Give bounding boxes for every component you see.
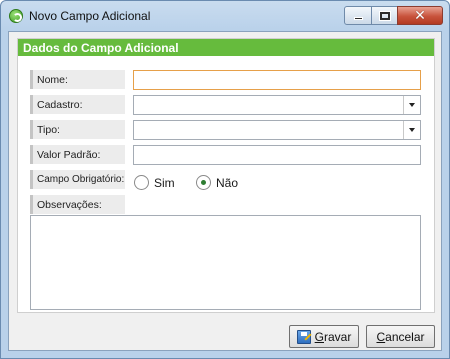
cancel-label: Cancelar	[376, 329, 425, 344]
radio-sim-circle[interactable]	[134, 175, 149, 190]
chevron-down-icon	[409, 128, 415, 132]
tipo-value[interactable]	[134, 121, 420, 139]
radio-sim-label: Sim	[154, 175, 175, 190]
close-icon: ✕	[414, 7, 426, 24]
cadastro-value[interactable]	[134, 96, 420, 114]
obrigatorio-label: Campo Obrigatório:	[30, 170, 125, 189]
maximize-icon	[378, 10, 391, 21]
nome-label: Nome:	[30, 70, 125, 89]
app-logo-icon	[9, 9, 23, 23]
cadastro-dropdown-button[interactable]	[403, 96, 420, 114]
tipo-select[interactable]	[133, 120, 421, 140]
save-label: Gravar	[314, 329, 352, 344]
cadastro-select[interactable]	[133, 95, 421, 115]
chevron-down-icon	[409, 103, 415, 107]
form-group: Dados do Campo Adicional Nome: Cadastro:…	[17, 38, 435, 313]
valor-padrao-field[interactable]	[133, 145, 421, 165]
observacoes-label: Observações:	[30, 195, 125, 214]
radio-nao[interactable]: Não	[196, 175, 238, 190]
cancel-button[interactable]: Cancelar	[366, 325, 435, 348]
radio-sim[interactable]: Sim	[134, 175, 175, 190]
observacoes-textarea[interactable]	[31, 216, 420, 309]
close-button[interactable]: ✕	[397, 6, 443, 25]
minimize-icon	[353, 17, 363, 20]
cadastro-label: Cadastro:	[30, 95, 125, 114]
minimize-button[interactable]	[344, 6, 372, 25]
save-button[interactable]: Gravar	[289, 325, 359, 348]
dialog-body: Dados do Campo Adicional Nome: Cadastro:…	[8, 31, 442, 351]
radio-nao-circle[interactable]	[196, 175, 211, 190]
radio-nao-label: Não	[216, 175, 239, 190]
tipo-dropdown-button[interactable]	[403, 121, 420, 139]
tipo-label: Tipo:	[30, 120, 125, 139]
maximize-button[interactable]	[371, 6, 398, 25]
group-header: Dados do Campo Adicional	[18, 39, 434, 56]
nome-field[interactable]	[133, 70, 421, 90]
window-title: Novo Campo Adicional	[29, 9, 151, 23]
title-bar[interactable]: Novo Campo Adicional ✕	[1, 1, 449, 31]
valor-padrao-input[interactable]	[134, 146, 420, 164]
save-icon	[296, 329, 311, 344]
valor-padrao-label: Valor Padrão:	[30, 145, 125, 164]
observacoes-field[interactable]	[30, 215, 421, 310]
nome-input[interactable]	[134, 71, 420, 89]
dialog-window: Novo Campo Adicional ✕ Dados do Campo Ad…	[0, 0, 450, 359]
